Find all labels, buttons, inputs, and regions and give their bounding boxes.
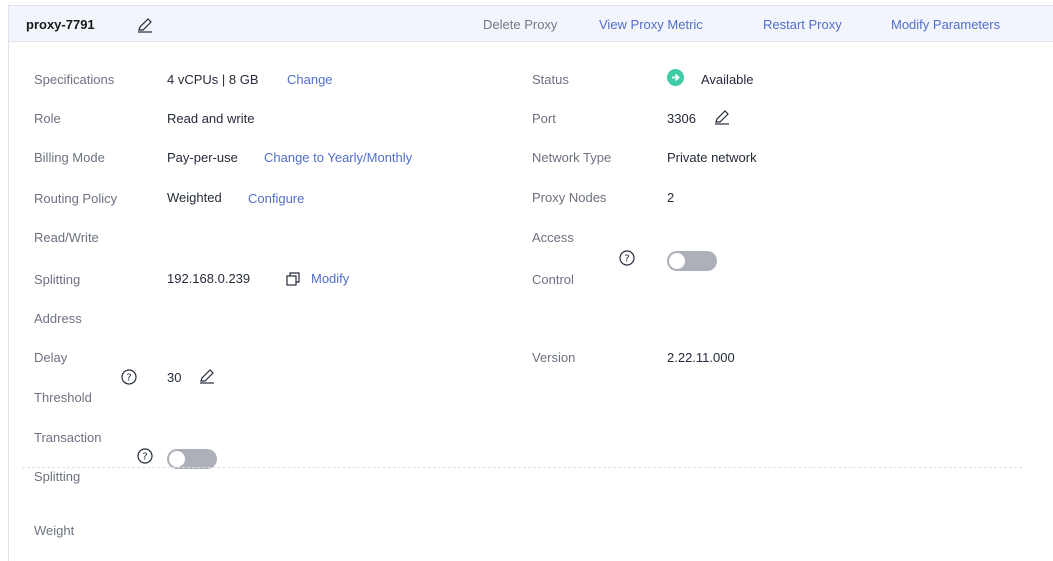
status-value: Available <box>701 72 754 87</box>
svg-text:?: ? <box>142 452 147 463</box>
help-icon[interactable]: ? <box>619 250 635 266</box>
delete-proxy-button[interactable]: Delete Proxy <box>483 17 557 32</box>
proxy-panel: proxy-7791 Delete Proxy View Proxy Metri… <box>8 5 1053 561</box>
billing-mode-value: Pay-per-use <box>167 150 238 165</box>
svg-text:?: ? <box>126 373 131 384</box>
status-available-icon <box>667 69 684 86</box>
panel-header: proxy-7791 Delete Proxy View Proxy Metri… <box>9 6 1053 42</box>
delay-threshold-label-2: Threshold <box>34 390 92 405</box>
rw-splitting-label-1: Read/Write <box>34 230 99 245</box>
routing-policy-value: Weighted <box>167 190 222 205</box>
billing-mode-label: Billing Mode <box>34 150 105 165</box>
role-value: Read and write <box>167 111 255 126</box>
change-specifications-link[interactable]: Change <box>287 72 333 87</box>
view-proxy-metric-button[interactable]: View Proxy Metric <box>599 17 703 32</box>
help-icon[interactable]: ? <box>121 369 137 385</box>
transaction-splitting-label-1: Transaction <box>34 430 102 445</box>
status-label: Status <box>532 72 569 87</box>
proxy-name: proxy-7791 <box>26 17 95 32</box>
edit-port-icon[interactable] <box>714 108 730 125</box>
edit-delay-icon[interactable] <box>199 367 215 384</box>
help-icon[interactable]: ? <box>137 448 153 464</box>
access-control-label-2: Control <box>532 272 574 287</box>
copy-icon[interactable] <box>286 272 301 287</box>
network-type-label: Network Type <box>532 150 612 165</box>
modify-address-link[interactable]: Modify <box>311 271 349 286</box>
routing-policy-label: Routing Policy <box>34 191 118 206</box>
change-billing-link[interactable]: Change to Yearly/Monthly <box>264 150 412 165</box>
access-control-toggle[interactable] <box>667 251 717 271</box>
version-value: 2.22.11.000 <box>667 350 735 365</box>
port-label: Port <box>532 111 556 126</box>
toggle-knob <box>669 253 685 269</box>
network-type-value: Private network <box>667 150 757 165</box>
proxy-nodes-label: Proxy Nodes <box>532 190 607 205</box>
transaction-splitting-toggle[interactable] <box>167 449 217 469</box>
rw-splitting-address-value: 192.168.0.239 <box>167 271 251 286</box>
delay-threshold-value: 30 <box>167 370 182 385</box>
port-value: 3306 <box>667 111 696 126</box>
rw-splitting-label-2: Splitting <box>34 272 81 287</box>
rw-splitting-label-3: Address <box>34 311 82 326</box>
delay-threshold-label-1: Delay <box>34 350 68 365</box>
transaction-splitting-label-2: Splitting <box>34 469 81 484</box>
proxy-nodes-value: 2 <box>667 190 675 205</box>
specifications-value: 4 vCPUs | 8 GB <box>167 72 259 87</box>
configure-routing-link[interactable]: Configure <box>248 191 304 206</box>
edit-name-icon[interactable] <box>137 16 153 33</box>
role-label: Role <box>34 111 61 126</box>
restart-proxy-button[interactable]: Restart Proxy <box>763 17 842 32</box>
svg-text:?: ? <box>624 254 629 265</box>
divider <box>22 467 1022 468</box>
access-control-label-1: Access <box>532 230 574 245</box>
weight-label: Weight <box>34 523 75 538</box>
specifications-label: Specifications <box>34 72 115 87</box>
modify-parameters-button[interactable]: Modify Parameters <box>891 17 1000 32</box>
toggle-knob <box>169 451 185 467</box>
version-label: Version <box>532 350 576 365</box>
